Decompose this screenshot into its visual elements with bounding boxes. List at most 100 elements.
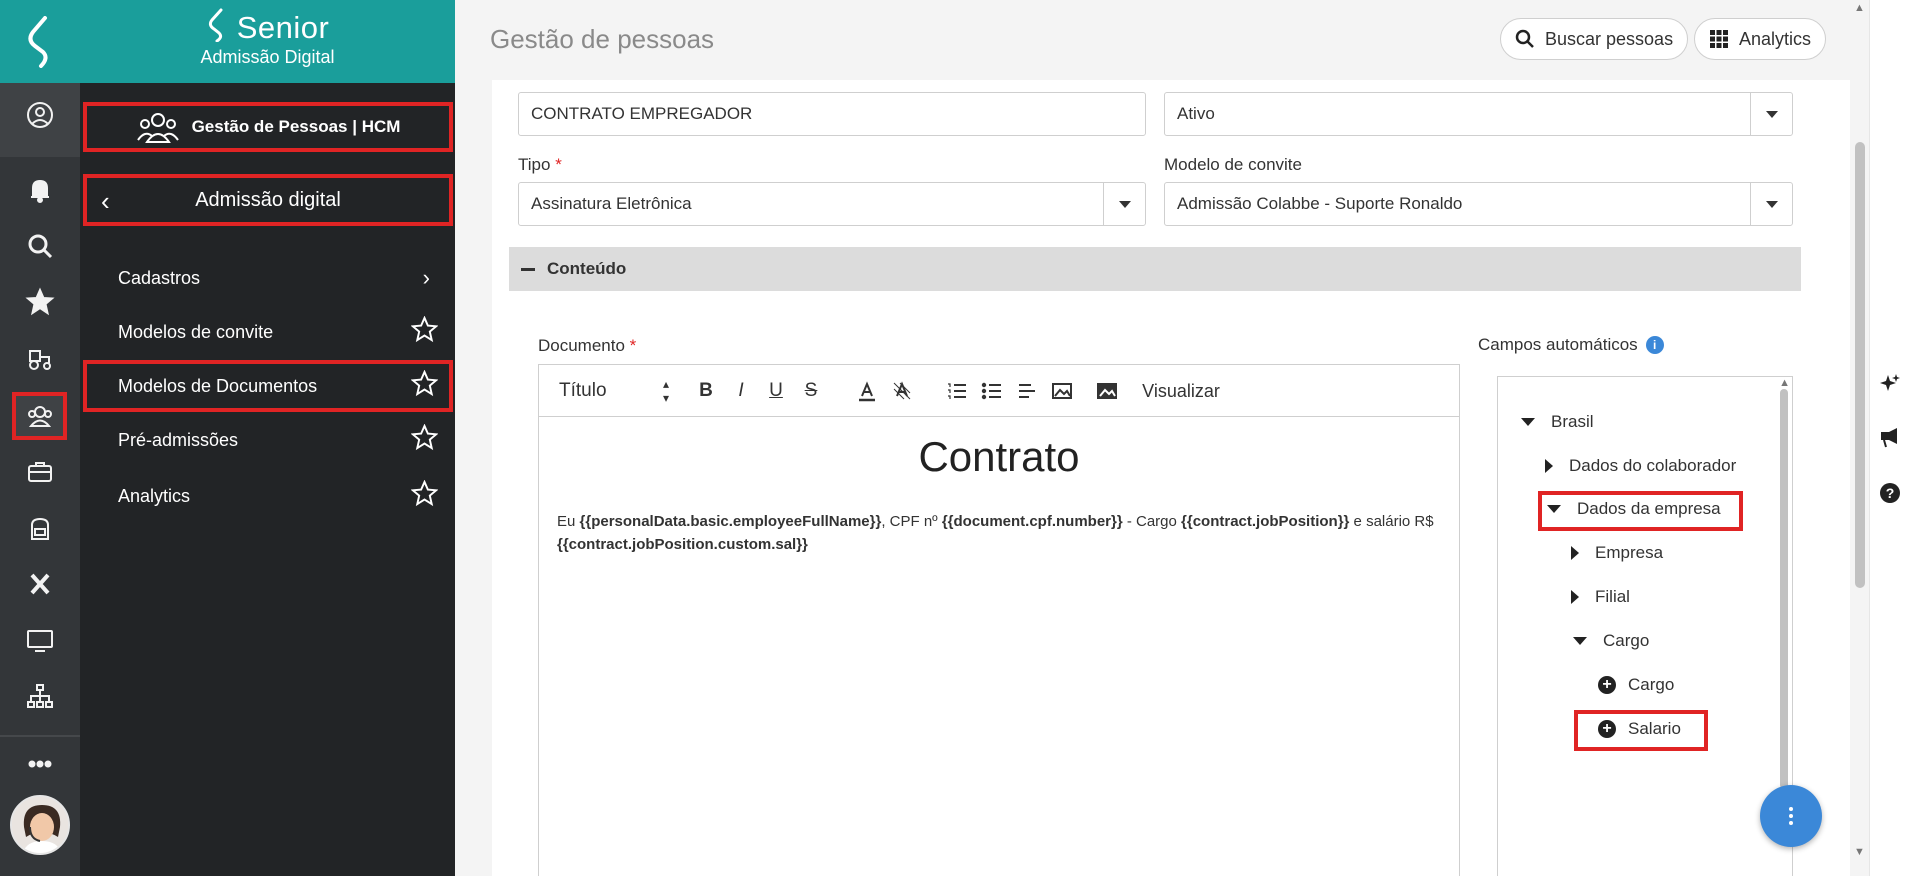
chevron-down-icon[interactable] [1103, 183, 1145, 225]
search-icon [1515, 29, 1534, 48]
brand-header: Senior Admissão Digital [80, 0, 455, 83]
tipo-select[interactable]: Assinatura Eletrônica [518, 182, 1146, 226]
rail-divider [0, 735, 80, 737]
caret-down-icon [1547, 505, 1561, 513]
chevron-down-icon[interactable] [1750, 93, 1792, 135]
star-icon[interactable] [20, 282, 60, 322]
menu-item-cadastros[interactable]: Cadastros › [118, 258, 438, 298]
ordered-list-icon[interactable] [944, 377, 970, 405]
tree-leaf-cargo[interactable]: + Cargo [1598, 675, 1674, 695]
sparkle-ai-icon[interactable] [1878, 371, 1902, 395]
tractor-icon[interactable] [20, 338, 60, 378]
tree-node-filial[interactable]: Filial [1571, 587, 1630, 607]
heading-select[interactable]: Título ▴ ▾ [559, 377, 669, 405]
caret-down-icon [1573, 637, 1587, 645]
star-outline-icon[interactable] [410, 423, 439, 456]
page-title: Gestão de pessoas [490, 24, 715, 54]
document-name-input[interactable]: CONTRATO EMPREGADOR [518, 92, 1146, 136]
editor-toolbar: Título ▴ ▾ B I U S Visualizar [539, 365, 1459, 417]
tree-node-empresa[interactable]: Empresa [1571, 543, 1663, 563]
scroll-up-icon[interactable]: ▲ [1779, 377, 1790, 389]
info-icon[interactable]: i [1645, 336, 1664, 354]
caret-right-icon [1571, 590, 1579, 604]
caret-down-icon [1521, 418, 1535, 426]
add-circle-icon[interactable]: + [1598, 676, 1616, 694]
kebab-menu-icon [1789, 807, 1793, 825]
menu-item-label: Modelos de Documentos [118, 375, 318, 396]
tree-node-cargo-group[interactable]: Cargo [1573, 631, 1649, 651]
star-outline-icon[interactable] [410, 479, 439, 512]
search-people-button[interactable]: Buscar pessoas [1500, 18, 1689, 60]
modelo-convite-label: Modelo de convite [1164, 155, 1302, 174]
star-outline-icon[interactable] [410, 315, 439, 348]
backpack-icon[interactable] [20, 508, 60, 548]
top-header: Gestão de pessoas Buscar pessoas Analyti… [455, 0, 1869, 80]
chevron-left-icon[interactable]: ‹ [101, 186, 110, 217]
status-select[interactable]: Ativo [1164, 92, 1793, 136]
user-avatar[interactable] [10, 795, 70, 855]
tree-leaf-salario[interactable]: + Salario [1598, 719, 1681, 739]
brand-name: Senior [80, 8, 455, 46]
background-color-icon[interactable] [889, 377, 915, 405]
document-editor[interactable]: Título ▴ ▾ B I U S Visualizar Contrato E… [538, 364, 1460, 876]
conteudo-section-header[interactable]: Conteúdo [509, 247, 1801, 291]
floating-actions-button[interactable] [1760, 785, 1822, 847]
collapse-icon [521, 267, 535, 271]
module-title-hcm[interactable]: Gestão de Pessoas | HCM [83, 102, 453, 152]
menu-item-modelos-documentos[interactable]: Modelos de Documentos [118, 366, 439, 406]
menu-item-label: Pré-admissões [118, 429, 239, 450]
menu-item-pre-admissoes[interactable]: Pré-admissões [118, 420, 439, 460]
briefcase-icon[interactable] [20, 452, 60, 492]
menu-item-label: Cadastros [118, 267, 201, 288]
more-icon[interactable] [20, 744, 60, 784]
caret-right-icon [1571, 546, 1579, 560]
profile-icon[interactable] [20, 95, 60, 135]
image-upload-icon[interactable] [1094, 377, 1120, 405]
announcement-icon[interactable] [1878, 426, 1902, 450]
tree-node-brasil[interactable]: Brasil [1521, 412, 1594, 432]
search-icon[interactable] [20, 226, 60, 266]
side-menu: Senior Admissão Digital Gestão de Pessoa… [80, 0, 455, 876]
tree-node-dados-colaborador[interactable]: Dados do colaborador [1545, 456, 1736, 476]
bullet-list-icon[interactable] [979, 377, 1005, 405]
preview-button[interactable]: Visualizar [1136, 377, 1226, 405]
document-body[interactable]: Eu {{personalData.basic.employeeFullName… [557, 510, 1437, 556]
page-scrollbar-thumb[interactable] [1855, 142, 1865, 588]
menu-item-modelos-convite[interactable]: Modelos de convite [118, 312, 439, 352]
star-outline-icon[interactable] [410, 369, 439, 402]
menu-item-analytics[interactable]: Analytics [118, 476, 439, 516]
tree-scrollbar[interactable] [1780, 389, 1788, 789]
tipo-label: Tipo * [518, 155, 562, 174]
section-back-admissao[interactable]: ‹ Admissão digital [83, 174, 453, 226]
icon-rail [0, 0, 80, 876]
x-icon[interactable] [20, 564, 60, 604]
help-icon[interactable]: ? [1878, 481, 1902, 505]
people-hcm-icon[interactable] [20, 396, 60, 436]
org-chart-icon[interactable] [20, 676, 60, 716]
bell-icon[interactable] [20, 170, 60, 210]
document-heading: Contrato [918, 433, 1080, 480]
strikethrough-button[interactable]: S [799, 377, 823, 405]
brand-subtitle: Admissão Digital [200, 47, 335, 67]
text-color-icon[interactable] [854, 377, 880, 405]
image-icon[interactable] [1049, 377, 1075, 405]
italic-button[interactable]: I [729, 377, 753, 405]
align-icon[interactable] [1014, 377, 1040, 405]
tree-node-dados-empresa[interactable]: Dados da empresa [1547, 499, 1721, 519]
scroll-up-icon[interactable]: ▲ [1854, 2, 1865, 14]
right-tool-panel: ? [1869, 0, 1908, 876]
add-circle-icon[interactable]: + [1598, 720, 1616, 738]
monitor-icon[interactable] [20, 620, 60, 660]
senior-logo-icon[interactable] [0, 0, 80, 83]
people-group-icon [136, 113, 179, 143]
bold-button[interactable]: B [694, 377, 718, 405]
page-scrollbar[interactable]: ▲ ▼ [1850, 0, 1869, 876]
modelo-convite-select[interactable]: Admissão Colabbe - Suporte Ronaldo [1164, 182, 1793, 226]
underline-button[interactable]: U [764, 377, 788, 405]
caret-right-icon [1545, 459, 1553, 473]
scroll-down-icon[interactable]: ▼ [1854, 846, 1865, 858]
auto-fields-tree: ▲ [1497, 376, 1793, 876]
chevron-down-icon[interactable] [1750, 183, 1792, 225]
analytics-button[interactable]: Analytics [1694, 18, 1827, 60]
chevron-right-icon: › [422, 265, 430, 290]
